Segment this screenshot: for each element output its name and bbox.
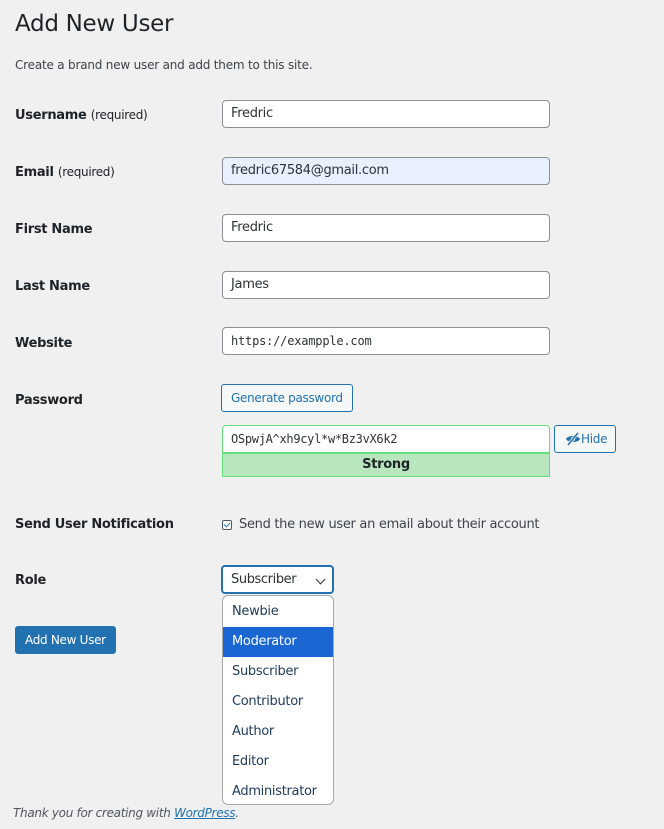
wordpress-link[interactable]: WordPress (174, 806, 235, 820)
send-notification-checkbox[interactable] (222, 519, 232, 530)
last-name-label: Last Name (15, 279, 90, 294)
username-input[interactable]: Fredric (222, 100, 550, 128)
footer-prefix: Thank you for creating with (13, 806, 175, 820)
required-note: (required) (57, 165, 115, 179)
role-label: Role (15, 573, 47, 588)
add-new-user-page: Add New User Create a brand new user and… (0, 0, 664, 829)
hide-label: Hide (581, 432, 608, 446)
role-option-newbie[interactable]: Newbie (223, 597, 333, 627)
footer-suffix: . (235, 806, 239, 820)
role-select[interactable]: Subscriber (221, 565, 334, 594)
add-new-user-button[interactable]: Add New User (15, 626, 116, 654)
username-label: Username (required) (15, 108, 148, 123)
email-input[interactable]: fredric67584@gmail.com (222, 157, 550, 185)
eye-slash-icon (565, 432, 581, 446)
chevron-down-icon (315, 574, 326, 585)
last-name-input[interactable]: James (222, 271, 550, 299)
hide-password-button[interactable]: Hide (554, 425, 617, 453)
required-note: (required) (90, 108, 148, 122)
generate-password-button[interactable]: Generate password (221, 384, 353, 412)
email-label: Email (required) (15, 165, 115, 180)
username-label-text: Username (15, 108, 87, 123)
email-label-text: Email (15, 165, 54, 180)
role-dropdown-list: Newbie Moderator Subscriber Contributor … (222, 595, 334, 805)
website-label: Website (15, 336, 73, 351)
first-name-input[interactable]: Fredric (222, 214, 550, 242)
first-name-label: First Name (15, 222, 93, 237)
password-strength-indicator: Strong (222, 453, 550, 477)
footer-text: Thank you for creating with WordPress. (13, 806, 239, 820)
page-title: Add New User (15, 11, 174, 37)
role-select-value: Subscriber (231, 572, 297, 587)
role-option-administrator[interactable]: Administrator (223, 777, 333, 804)
role-option-moderator[interactable]: Moderator (223, 627, 333, 657)
role-option-subscriber[interactable]: Subscriber (223, 657, 333, 687)
role-option-contributor[interactable]: Contributor (223, 687, 333, 717)
role-option-author[interactable]: Author (223, 717, 333, 747)
notification-label: Send User Notification (15, 517, 174, 532)
password-label: Password (15, 393, 83, 408)
send-notification-text: Send the new user an email about their a… (239, 517, 540, 532)
page-description: Create a brand new user and add them to … (15, 58, 313, 72)
role-option-editor[interactable]: Editor (223, 747, 333, 777)
website-input[interactable]: https://exampple.com (222, 327, 550, 355)
password-input[interactable]: OSpwjA^xh9cyl*w*Bz3vX6k2 (222, 425, 550, 453)
send-notification-option[interactable]: Send the new user an email about their a… (222, 517, 540, 532)
